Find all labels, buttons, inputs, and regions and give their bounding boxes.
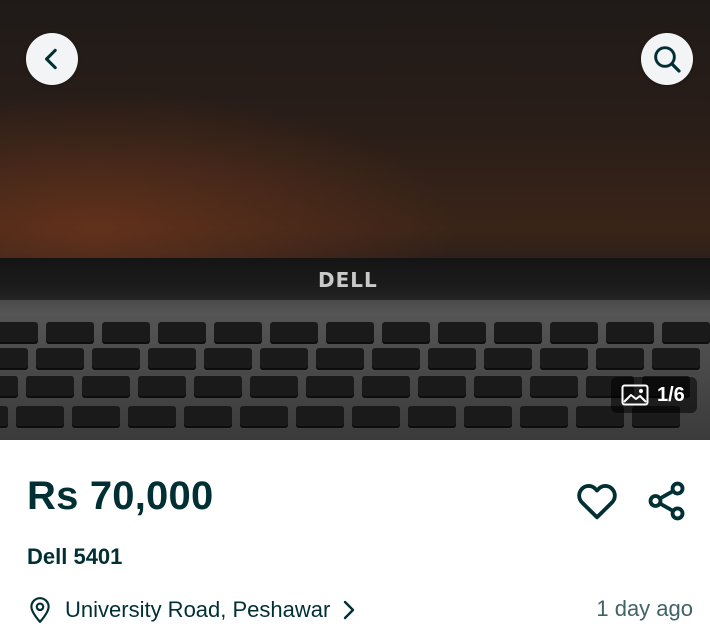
location-text: University Road, Peshawar xyxy=(65,597,331,622)
chevron-right-icon xyxy=(344,600,355,620)
listing-price: Rs 70,000 xyxy=(27,474,214,518)
laptop-brand-logo: DELL xyxy=(318,268,378,292)
posted-time: 1 day ago xyxy=(596,596,693,621)
listing-location[interactable]: University Road, Peshawar xyxy=(27,594,356,626)
share-icon xyxy=(648,481,685,521)
gallery-counter[interactable]: 1/6 xyxy=(611,377,697,413)
search-icon xyxy=(654,46,681,73)
favorite-button[interactable] xyxy=(574,478,620,524)
image-gallery-icon xyxy=(621,384,649,406)
laptop-keyboard xyxy=(0,322,710,440)
chevron-left-icon xyxy=(45,48,57,70)
heart-icon xyxy=(577,484,617,520)
search-button[interactable] xyxy=(641,33,693,85)
share-button[interactable] xyxy=(644,478,690,524)
listing-photo[interactable]: DELL xyxy=(0,0,710,440)
listing-title: Dell 5401 xyxy=(27,544,123,569)
location-pin-icon xyxy=(30,597,50,623)
back-button[interactable] xyxy=(26,33,78,85)
gallery-counter-text: 1/6 xyxy=(657,383,685,406)
